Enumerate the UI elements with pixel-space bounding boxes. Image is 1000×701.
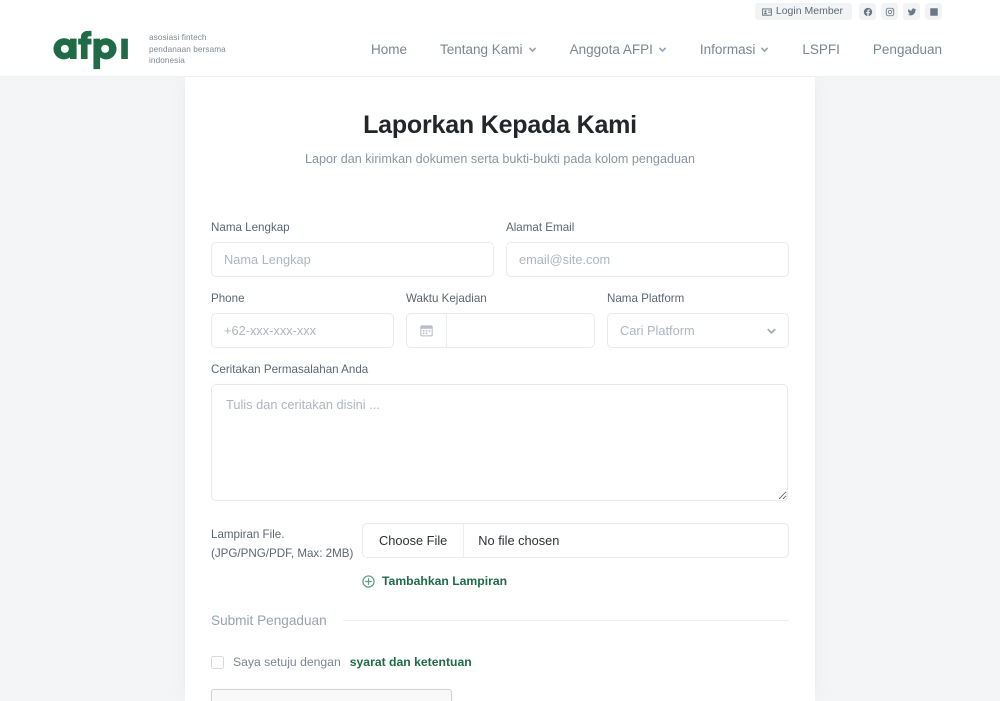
field-lampiran-file: Lampiran File. (JPG/PNG/PDF, Max: 2MB) C… [211,523,789,588]
site-header: asosiasi fintech pendanaan bersama indon… [0,23,1000,77]
field-nama-platform: Nama Platform Cari Platform [606,292,789,348]
alamat-email-input[interactable] [506,242,789,277]
brand-logo[interactable]: asosiasi fintech pendanaan bersama indon… [50,30,226,70]
social-links [859,3,942,20]
page-subtitle: Lapor dan kirimkan dokumen serta bukti-b… [305,152,695,166]
form-row-identity: Nama Lengkap Alamat Email [211,221,789,277]
nav-item-pengaduan[interactable]: Pengaduan [873,42,942,57]
nama-platform-select-wrap: Cari Platform [606,313,789,348]
field-label: Nama Lengkap [211,221,290,234]
waktu-kejadian-input[interactable] [446,314,594,347]
nav-item-tentang-kami[interactable]: Tentang Kami [440,42,537,57]
page-body: Laporkan Kepada Kami Lapor dan kirimkan … [0,77,1000,701]
chevron-down-icon [658,47,666,52]
tambahkan-lampiran-label: Tambahkan Lampiran [382,574,508,588]
chevron-down-icon [528,47,536,52]
terms-text: Saya setuju dengan [233,655,341,669]
nav-label: Anggota AFPI [569,42,653,57]
user-card-icon [762,7,772,17]
tambahkan-lampiran-button[interactable]: Tambahkan Lampiran [362,574,507,588]
nama-lengkap-input[interactable] [211,242,494,277]
field-label: Waktu Kejadian [405,292,487,305]
file-status-text: No file chosen [478,533,560,548]
nav-item-informasi[interactable]: Informasi [700,42,770,57]
submit-section-title: Submit Pengaduan [211,613,327,628]
nav-label: LSPFI [802,42,840,57]
twitter-icon[interactable] [903,3,920,20]
file-input-control[interactable]: Choose File No file chosen [362,523,789,558]
terms-agreement-row: Saya setuju dengan syarat dan ketentuan [211,655,789,669]
ceritakan-permasalahan-textarea[interactable] [211,384,788,501]
recaptcha-widget[interactable]: I'm not a robot [211,689,452,701]
plus-circle-icon [362,574,375,588]
instagram-icon[interactable] [881,3,898,20]
field-label: Phone [211,292,245,305]
nama-platform-select[interactable]: Cari Platform [606,313,789,348]
facebook-icon[interactable] [859,3,876,20]
field-label: Alamat Email [506,221,575,234]
nav-label: Home [370,42,407,57]
nav-item-home[interactable]: Home [371,42,407,57]
login-member-button[interactable]: Login Member [754,3,852,20]
lampiran-controls: Choose File No file chosen Tambahkan Lam… [362,523,789,588]
complaint-form-card: Laporkan Kepada Kami Lapor dan kirimkan … [185,77,815,701]
field-ceritakan-permasalahan: Ceritakan Permasalahan Anda [211,363,789,501]
lampiran-label: Lampiran File. (JPG/PNG/PDF, Max: 2MB) [211,528,354,561]
login-member-label: Login Member [775,5,843,18]
nav-label: Pengaduan [872,42,942,57]
nav-label: Tentang Kami [440,42,523,57]
phone-input[interactable] [211,313,394,348]
brand-tagline: asosiasi fintech pendanaan bersama indon… [149,33,226,66]
field-label: Nama Platform [606,292,685,305]
section-divider [342,620,789,621]
calendar-glyph [420,325,433,337]
choose-file-button[interactable]: Choose File [363,524,465,557]
calendar-icon[interactable] [407,314,447,347]
select-value: Cari Platform [619,323,695,338]
top-utility-bar: Login Member [0,0,1000,23]
field-phone: Phone [211,292,394,348]
field-nama-lengkap: Nama Lengkap [211,221,494,277]
terms-checkbox[interactable] [211,655,224,669]
submit-section-header: Submit Pengaduan [211,613,789,628]
field-waktu-kejadian: Waktu Kejadian [405,292,595,348]
nav-label: Informasi [699,42,756,57]
nav-item-anggota-afpi[interactable]: Anggota AFPI [570,42,667,57]
linkedin-icon[interactable] [925,3,942,20]
afpi-wordmark-icon [53,30,128,69]
form-row-details: Phone Waktu Kejadian [211,292,789,348]
main-navigation: Home Tentang Kami Anggota AFPI Informasi… [371,42,942,57]
page-title: Laporkan Kepada Kami [363,111,637,139]
terms-link[interactable]: syarat dan ketentuan [350,655,472,669]
complaint-form: Nama Lengkap Alamat Email Phone Waktu Ke… [211,221,789,701]
chevron-down-icon [761,47,769,52]
field-alamat-email: Alamat Email [506,221,789,277]
field-label: Ceritakan Permasalahan Anda [211,363,369,376]
nav-item-lspfi[interactable]: LSPFI [802,42,840,57]
waktu-kejadian-control[interactable] [405,313,595,348]
